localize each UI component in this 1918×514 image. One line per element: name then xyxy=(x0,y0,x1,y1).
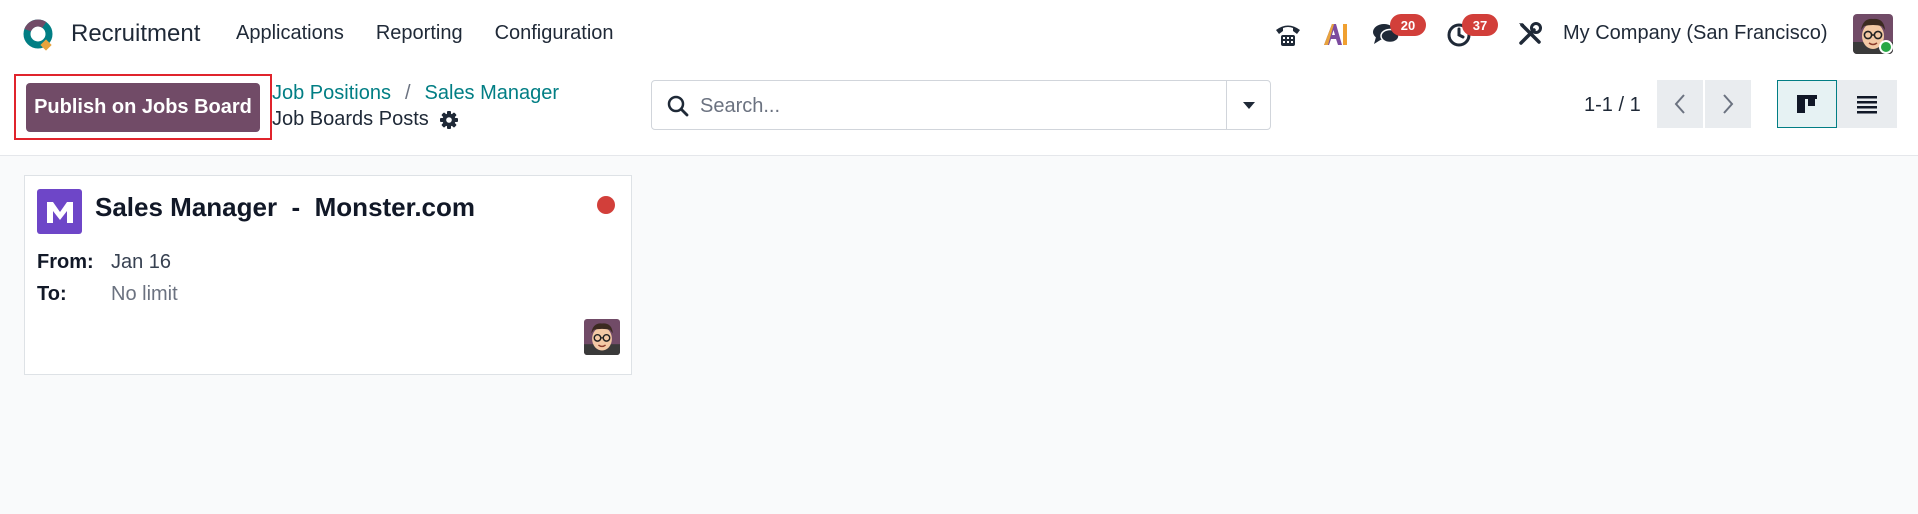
app-name[interactable]: Recruitment xyxy=(71,20,200,48)
company-switcher[interactable]: My Company (San Francisco) xyxy=(1563,22,1828,45)
search-bar xyxy=(651,80,1271,130)
responsible-avatar[interactable] xyxy=(584,319,620,355)
pager-previous-button[interactable] xyxy=(1657,80,1703,128)
list-view-button[interactable] xyxy=(1837,80,1897,128)
pager-next-button[interactable] xyxy=(1705,80,1751,128)
publish-on-jobs-board-button[interactable]: Publish on Jobs Board xyxy=(26,83,260,132)
kanban-icon xyxy=(1797,95,1817,113)
from-label: From: xyxy=(37,251,94,273)
status-indicator[interactable] xyxy=(597,196,615,214)
job-board-post-card[interactable]: Sales Manager - Monster.com From: Jan 16… xyxy=(24,175,632,375)
chevron-right-icon xyxy=(1723,94,1734,114)
activities-count-badge: 37 xyxy=(1462,14,1498,36)
breadcrumb-sales-manager[interactable]: Sales Manager xyxy=(425,82,560,105)
to-value: No limit xyxy=(111,283,178,305)
ai-icon[interactable] xyxy=(1317,16,1353,52)
card-title: Sales Manager - Monster.com xyxy=(95,192,476,222)
top-navbar: Recruitment Applications Reporting Confi… xyxy=(0,0,1918,68)
kanban-view-button[interactable] xyxy=(1777,80,1837,128)
menu-applications[interactable]: Applications xyxy=(236,22,344,45)
main-menu: Applications Reporting Configuration xyxy=(236,22,614,45)
search-input[interactable] xyxy=(700,93,1200,119)
recruitment-logo-icon[interactable] xyxy=(22,19,54,51)
online-status-indicator xyxy=(1879,40,1893,54)
search-icon xyxy=(667,95,689,117)
pager-value[interactable]: 1-1 / 1 xyxy=(1584,94,1641,117)
monster-logo-icon xyxy=(37,189,82,234)
caret-down-icon xyxy=(1242,102,1255,109)
chevron-left-icon xyxy=(1674,94,1685,114)
phone-icon[interactable] xyxy=(1270,16,1306,52)
menu-configuration[interactable]: Configuration xyxy=(495,22,614,45)
highlight-frame: Publish on Jobs Board xyxy=(14,74,272,140)
to-label: To: xyxy=(37,283,67,305)
breadcrumb-separator: / xyxy=(404,82,411,104)
list-icon xyxy=(1857,96,1877,114)
breadcrumb-job-positions[interactable]: Job Positions xyxy=(272,82,391,105)
page-title: Job Boards Posts xyxy=(272,108,429,130)
page-title-row: Job Boards Posts xyxy=(272,108,459,131)
from-value: Jan 16 xyxy=(111,251,172,273)
breadcrumb: Job Positions / Sales Manager xyxy=(272,82,559,105)
gear-icon[interactable] xyxy=(439,110,459,130)
search-options-toggle[interactable] xyxy=(1226,81,1270,129)
tools-icon[interactable] xyxy=(1512,16,1548,52)
messages-count-badge: 20 xyxy=(1390,14,1426,36)
control-panel: Publish on Jobs Board Job Positions / Sa… xyxy=(0,68,1918,156)
menu-reporting[interactable]: Reporting xyxy=(376,22,463,45)
